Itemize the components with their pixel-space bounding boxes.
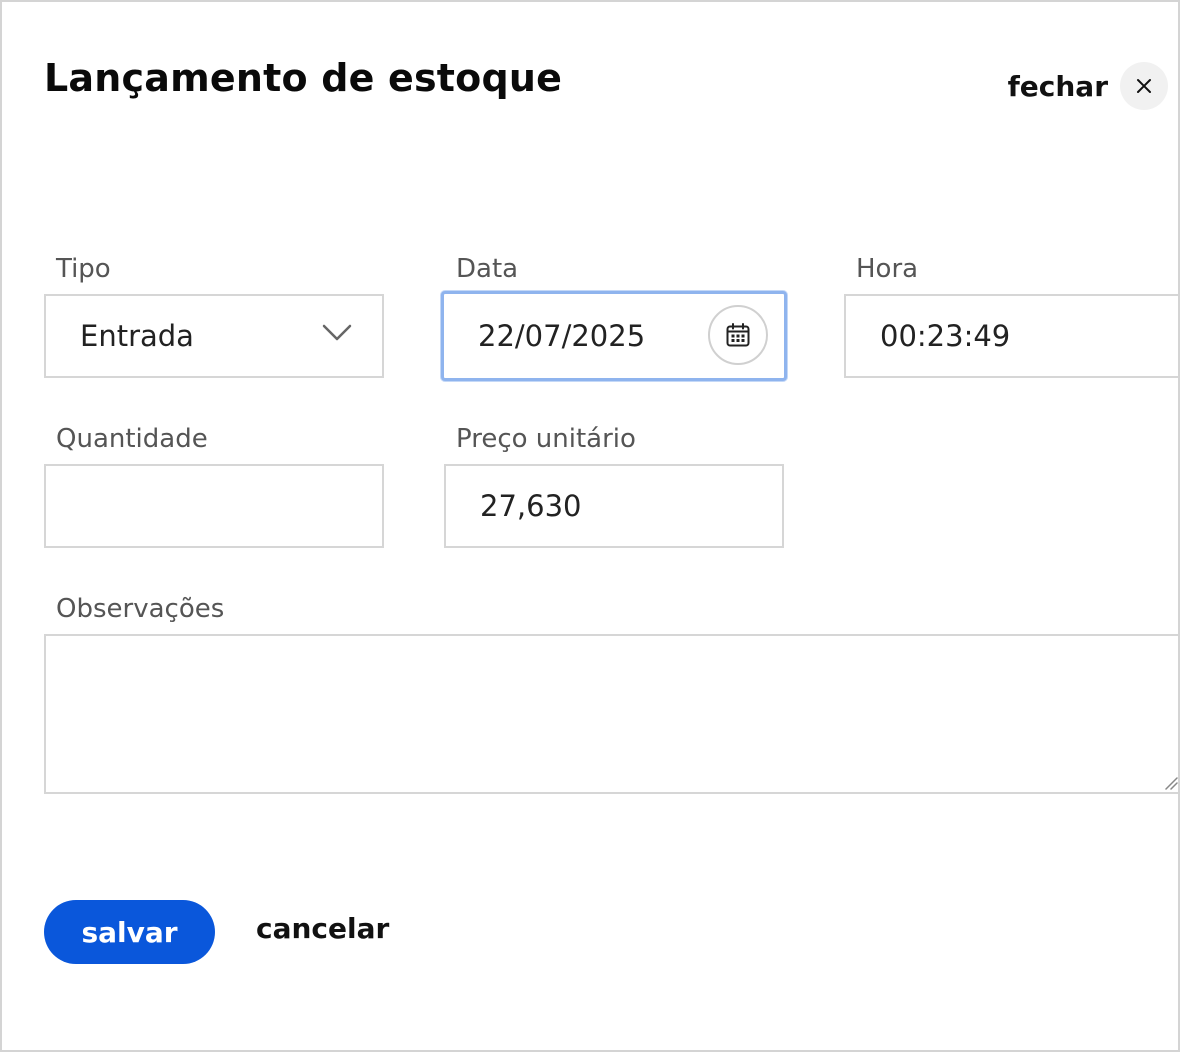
resize-handle-icon[interactable] (1164, 776, 1178, 790)
observacoes-label: Observações (56, 594, 225, 624)
preco-label: Preço unitário (456, 424, 636, 454)
preco-value: 27,630 (480, 489, 582, 523)
data-input[interactable]: 22/07/2025 (441, 291, 787, 381)
hora-value: 00:23:49 (880, 319, 1011, 353)
close-label: fechar (1007, 69, 1108, 103)
dialog-title: Lançamento de estoque (44, 56, 563, 100)
close-button[interactable]: fechar (1008, 62, 1168, 110)
chevron-down-icon (322, 324, 352, 341)
data-value: 22/07/2025 (478, 319, 646, 353)
calendar-icon (726, 323, 750, 347)
tipo-select[interactable]: Entrada (44, 294, 384, 378)
quantidade-input[interactable] (44, 464, 384, 548)
cancel-button[interactable]: cancelar (256, 912, 389, 945)
data-label: Data (456, 254, 519, 284)
tipo-value: Entrada (80, 319, 194, 353)
calendar-button[interactable] (708, 305, 768, 365)
tipo-label: Tipo (56, 254, 111, 284)
stock-entry-dialog: Lançamento de estoque fechar Tipo Entrad… (0, 0, 1180, 1052)
preco-input[interactable]: 27,630 (444, 464, 784, 548)
quantidade-label: Quantidade (56, 424, 208, 454)
save-button[interactable]: salvar (44, 900, 215, 964)
hora-input[interactable]: 00:23:49 (844, 294, 1178, 378)
observacoes-textarea[interactable] (44, 634, 1178, 794)
close-icon[interactable] (1120, 62, 1168, 110)
hora-label: Hora (856, 254, 919, 284)
